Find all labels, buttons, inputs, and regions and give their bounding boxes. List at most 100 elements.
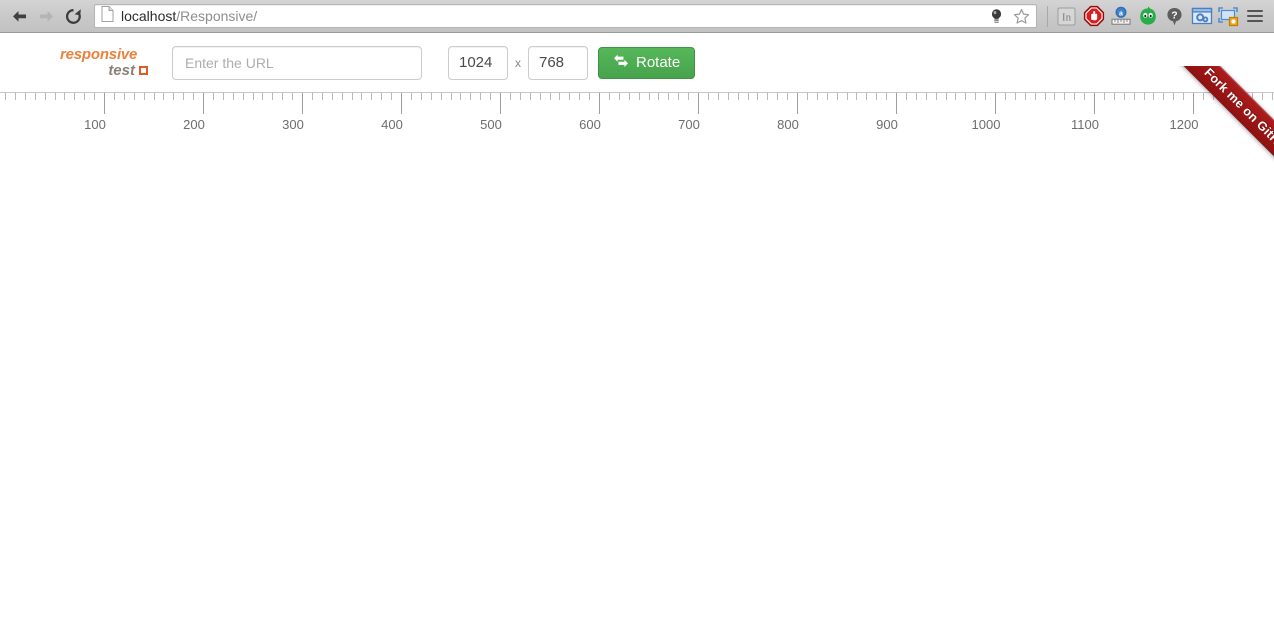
rotate-button[interactable]: Rotate [598, 46, 696, 79]
url-bar[interactable]: localhost/Responsive/ [94, 4, 1037, 28]
ruler-minor-tick [183, 93, 184, 100]
bookmark-star-icon[interactable] [1010, 5, 1032, 27]
ruler-minor-tick [906, 93, 907, 100]
ruler-major-tick [203, 93, 204, 114]
ruler-minor-tick [936, 93, 937, 100]
ruler-minor-tick [74, 93, 75, 100]
width-input[interactable] [448, 45, 508, 80]
ruler-minor-tick [569, 93, 570, 100]
svg-text:a: a [1119, 10, 1123, 17]
ruler-major-tick [401, 93, 402, 114]
url-host: localhost [121, 8, 177, 24]
ruler-minor-tick [332, 93, 333, 100]
adblock-extension-icon[interactable] [1080, 3, 1107, 30]
ruler-major-tick [104, 93, 105, 114]
ruler-minor-tick [114, 93, 115, 100]
size-controls: x Rotate [448, 45, 696, 80]
ruler-minor-tick [1005, 93, 1006, 100]
url-text: localhost/Responsive/ [121, 5, 985, 27]
lightbulb-icon[interactable] [985, 5, 1007, 27]
reload-button[interactable] [60, 3, 87, 30]
ruler-minor-tick [1084, 93, 1085, 100]
ruler-minor-tick [520, 93, 521, 100]
reload-icon [64, 7, 83, 26]
ruler-minor-tick [866, 93, 867, 100]
ruler-minor-tick [708, 93, 709, 100]
ruler-minor-tick [460, 93, 461, 100]
forward-button[interactable] [33, 3, 60, 30]
ruler-minor-tick [975, 93, 976, 100]
url-input[interactable] [172, 45, 422, 80]
ruler-minor-tick [381, 93, 382, 100]
ruler-minor-tick [312, 93, 313, 100]
ghostery-extension-icon[interactable] [1134, 3, 1161, 30]
ruler-minor-tick [926, 93, 927, 100]
ruler-minor-tick [847, 93, 848, 100]
rotate-swap-icon [613, 54, 629, 72]
ruler-minor-tick [827, 93, 828, 100]
ruler-minor-tick [411, 93, 412, 100]
ruler-minor-tick [757, 93, 758, 100]
ruler-label: 600 [579, 117, 601, 132]
ruler-minor-tick [728, 93, 729, 100]
window-settings-extension-icon[interactable] [1188, 3, 1215, 30]
ruler-minor-tick [371, 93, 372, 100]
app-logo-line2: test [108, 62, 135, 79]
height-input[interactable] [528, 45, 588, 80]
ruler-label: 200 [183, 117, 205, 132]
horizontal-ruler: 100 200 300 400 500 600 700 800 900 1000 1100 1200 [0, 92, 1274, 140]
ruler-minor-tick [1272, 93, 1273, 100]
ruler-minor-tick [451, 93, 452, 100]
screenshot-capture-extension-icon[interactable] [1215, 3, 1242, 30]
ruler-minor-tick [1183, 93, 1184, 100]
ruler-minor-tick [856, 93, 857, 100]
ruler-measure-extension-icon[interactable]: a [1107, 3, 1134, 30]
ruler-major-tick [797, 93, 798, 114]
url-path: /Responsive/ [176, 8, 258, 24]
ruler-label: 1000 [971, 117, 1001, 132]
ruler-major-tick [302, 93, 303, 114]
ruler-label: 400 [381, 117, 403, 132]
app-header: responsive test x Rotate Fork me on GitH… [0, 33, 1274, 199]
ruler-minor-tick [154, 93, 155, 100]
ruler-minor-tick [1262, 93, 1263, 100]
ruler-minor-tick [173, 93, 174, 100]
ruler-minor-tick [609, 93, 610, 100]
ruler-minor-tick [94, 93, 95, 100]
linkedin-extension-icon[interactable]: In [1053, 3, 1080, 30]
help-question-extension-icon[interactable]: ? [1161, 3, 1188, 30]
back-button[interactable] [6, 3, 33, 30]
ruler-minor-tick [470, 93, 471, 100]
ruler-minor-tick [688, 93, 689, 100]
toolbar-separator [1047, 5, 1048, 27]
ruler-minor-tick [1124, 93, 1125, 100]
ruler-minor-tick [559, 93, 560, 100]
ruler-minor-tick [480, 93, 481, 100]
ruler-minor-tick [5, 93, 6, 100]
urlbar-actions [985, 5, 1034, 27]
ruler-minor-tick [540, 93, 541, 100]
app-logo-line2-row: test [60, 63, 148, 78]
ruler-minor-tick [738, 93, 739, 100]
svg-text:?: ? [1171, 9, 1177, 21]
ruler-minor-tick [1173, 93, 1174, 100]
ruler-minor-tick [1134, 93, 1135, 100]
ruler-minor-tick [292, 93, 293, 100]
ruler-minor-tick [955, 93, 956, 100]
svg-text:In: In [1062, 11, 1072, 23]
preview-viewport[interactable] [0, 140, 1274, 643]
ruler-minor-tick [1064, 93, 1065, 100]
ruler-minor-tick [421, 93, 422, 100]
ruler-major-tick [1094, 93, 1095, 114]
ruler-label: 700 [678, 117, 700, 132]
ruler-minor-tick [530, 93, 531, 100]
ruler-label: 300 [282, 117, 304, 132]
ruler-minor-tick [15, 93, 16, 100]
ruler-minor-tick [916, 93, 917, 100]
ruler-minor-tick [64, 93, 65, 100]
ruler-minor-tick [243, 93, 244, 100]
ruler-minor-tick [510, 93, 511, 100]
hamburger-menu-icon[interactable] [1242, 3, 1268, 30]
logo-square-icon [139, 66, 148, 75]
ruler-minor-tick [965, 93, 966, 100]
